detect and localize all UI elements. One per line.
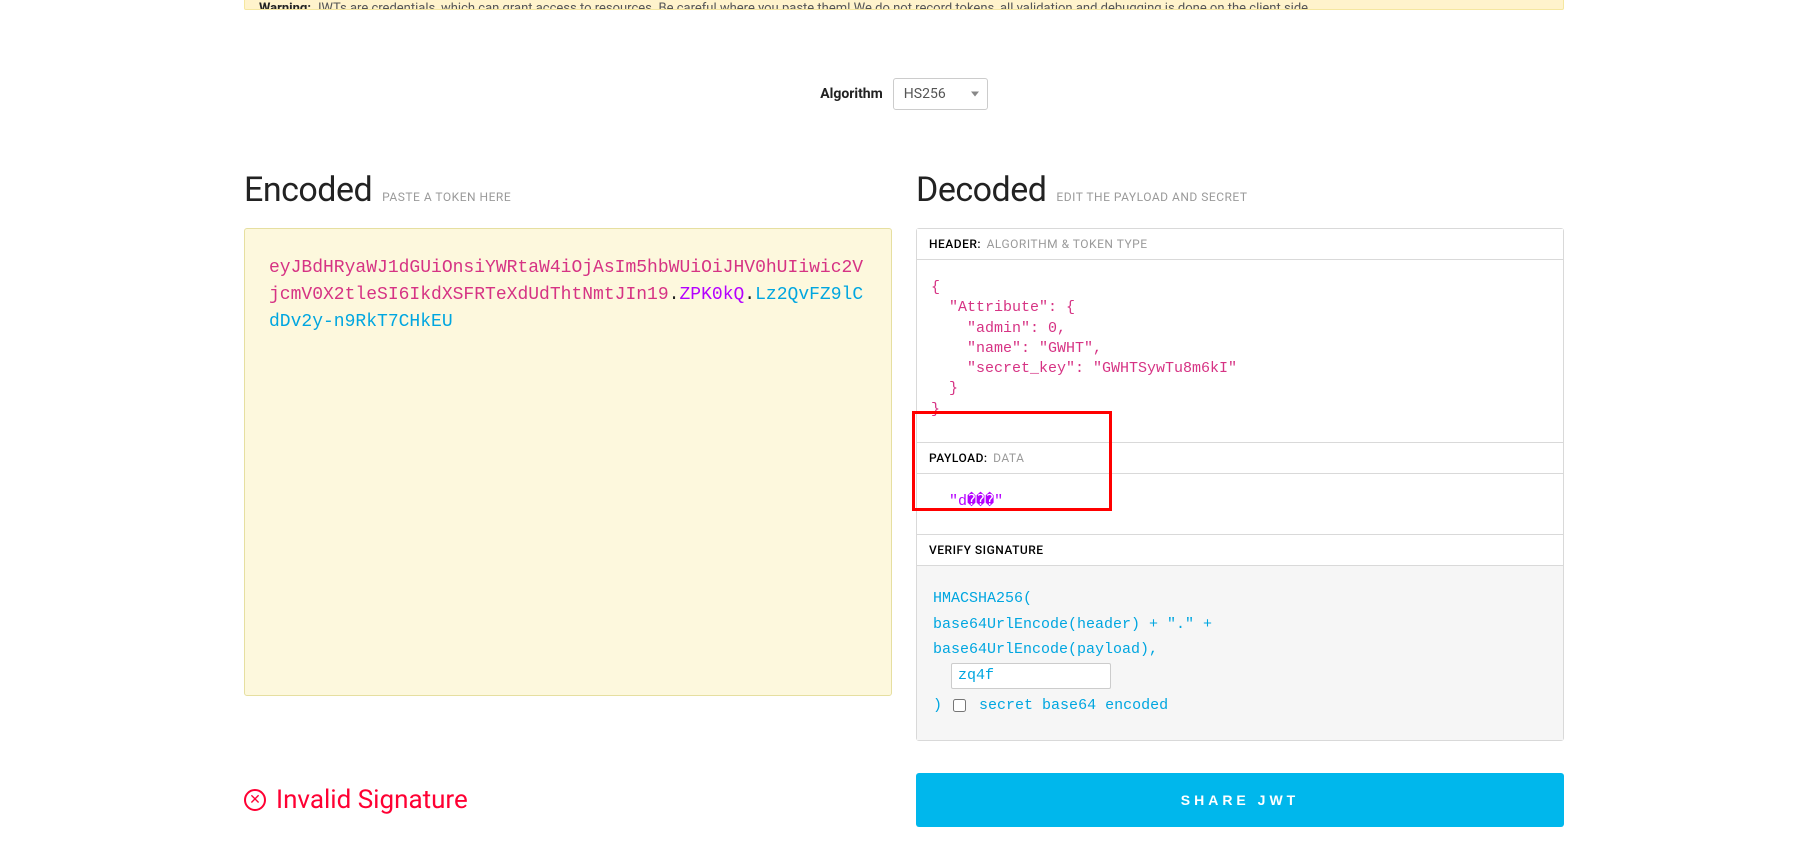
encoded-token-input[interactable]: eyJBdHRyaWJ1dGUiOnsiYWRtaW4iOjAsIm5hbWUi… <box>244 228 892 696</box>
secret-base64-label: secret base64 encoded <box>979 697 1168 714</box>
status-text: Invalid Signature <box>276 785 468 815</box>
sig-line-2: base64UrlEncode(header) + "." + <box>933 612 1547 638</box>
secret-base64-checkbox[interactable] <box>953 699 966 712</box>
decoded-hint: EDIT THE PAYLOAD AND SECRET <box>1056 190 1247 204</box>
payload-section-label: PAYLOAD: DATA <box>917 443 1563 474</box>
signature-body: HMACSHA256( base64UrlEncode(header) + ".… <box>917 566 1563 740</box>
header-sublabel: ALGORITHM & TOKEN TYPE <box>987 237 1148 251</box>
header-json-editor[interactable]: { "Attribute": { "admin": 0, "name": "GW… <box>917 260 1563 443</box>
decoded-panel: HEADER: ALGORITHM & TOKEN TYPE { "Attrib… <box>916 228 1564 741</box>
sig-close-paren: ) <box>933 697 942 714</box>
encoded-title: Encoded <box>244 170 372 210</box>
decoded-title: Decoded <box>916 170 1046 210</box>
payload-json-editor[interactable]: "d���" <box>917 474 1563 535</box>
payload-sublabel: DATA <box>993 451 1024 465</box>
sig-line-1: HMACSHA256( <box>933 586 1547 612</box>
sig-line-3: base64UrlEncode(payload), <box>933 637 1547 663</box>
error-icon: ✕ <box>244 789 266 811</box>
algorithm-select[interactable]: HS256 <box>893 78 988 110</box>
share-jwt-button[interactable]: SHARE JWT <box>916 773 1564 827</box>
warning-text: JWTs are credentials, which can grant ac… <box>314 1 1311 10</box>
algorithm-selected: HS256 <box>904 86 946 102</box>
signature-section-label: VERIFY SIGNATURE <box>917 535 1563 566</box>
encoded-hint: PASTE A TOKEN HERE <box>382 190 511 204</box>
algorithm-label: Algorithm <box>820 86 883 102</box>
warning-banner: Warning: JWTs are credentials, which can… <box>244 0 1564 10</box>
header-section-label: HEADER: ALGORITHM & TOKEN TYPE <box>917 229 1563 260</box>
signature-label: VERIFY SIGNATURE <box>929 543 1044 557</box>
secret-input[interactable] <box>951 663 1111 689</box>
token-dot: . <box>744 285 755 305</box>
token-payload-part: ZPK0kQ <box>679 285 744 305</box>
header-label: HEADER: <box>929 237 981 251</box>
signature-status: ✕ Invalid Signature <box>244 773 892 827</box>
warning-label: Warning: <box>259 1 311 10</box>
payload-label: PAYLOAD: <box>929 451 988 465</box>
chevron-down-icon <box>971 92 979 97</box>
token-dot: . <box>669 285 680 305</box>
algorithm-row: Algorithm HS256 <box>244 78 1564 110</box>
